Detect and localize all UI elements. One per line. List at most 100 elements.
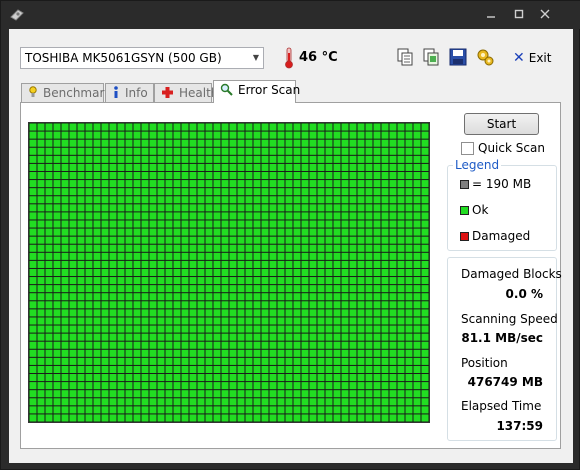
scan-block	[69, 333, 77, 341]
scan-block	[157, 309, 165, 317]
scan-block	[85, 131, 93, 139]
scan-block	[341, 293, 349, 301]
exit-button[interactable]: ✕ Exit	[513, 49, 551, 67]
scan-block	[213, 317, 221, 325]
scan-block	[157, 325, 165, 333]
scan-block	[149, 236, 157, 244]
scan-block	[181, 390, 189, 398]
scan-block	[149, 171, 157, 180]
drive-select[interactable]: TOSHIBA MK5061GSYN (500 GB) ▼	[20, 47, 264, 69]
scan-block	[109, 204, 117, 212]
scan-block	[29, 163, 37, 171]
scan-block	[77, 139, 85, 147]
scan-block	[285, 277, 293, 285]
scan-block	[45, 212, 53, 220]
scan-block	[117, 341, 125, 349]
scan-block	[197, 333, 205, 341]
scan-block	[357, 349, 365, 357]
minimize-button[interactable]	[479, 5, 503, 23]
scan-block	[117, 196, 125, 204]
scan-block	[173, 244, 181, 252]
scan-block	[221, 244, 229, 252]
tab-error-scan[interactable]: Error Scan	[213, 80, 300, 103]
copy-screenshot-icon[interactable]	[421, 47, 441, 67]
scan-block	[365, 365, 373, 374]
scan-block	[197, 374, 205, 382]
scan-block	[333, 188, 341, 196]
title-bar[interactable]	[1, 1, 580, 29]
copy-info-icon[interactable]	[395, 47, 415, 67]
scan-block	[333, 252, 341, 260]
scan-block	[397, 196, 405, 204]
info-icon	[114, 86, 118, 98]
scan-block	[381, 188, 389, 196]
scan-block	[245, 196, 253, 204]
scan-block	[381, 244, 389, 252]
scan-block	[109, 309, 117, 317]
scan-block	[325, 398, 333, 406]
scan-block	[133, 365, 141, 374]
scan-block	[397, 171, 405, 180]
scan-block	[405, 285, 413, 293]
quick-scan-option[interactable]: Quick Scan	[461, 141, 545, 155]
scan-block	[293, 155, 301, 163]
scan-block	[301, 309, 309, 317]
quick-scan-checkbox[interactable]	[461, 141, 474, 155]
scan-block	[117, 244, 125, 252]
close-button[interactable]	[533, 5, 557, 23]
scan-block	[101, 382, 109, 390]
options-icon[interactable]	[475, 47, 495, 67]
tab-benchmark[interactable]: Benchmark	[21, 83, 111, 102]
scan-block	[253, 139, 261, 147]
scan-block	[117, 293, 125, 301]
scan-block	[29, 244, 37, 252]
tab-info[interactable]: Info	[105, 83, 154, 102]
scan-block	[397, 204, 405, 212]
scan-block	[157, 285, 165, 293]
scan-block	[125, 277, 133, 285]
scan-block	[421, 333, 429, 341]
scan-block	[253, 236, 261, 244]
scan-block	[101, 204, 109, 212]
scan-block	[37, 374, 45, 382]
scan-block	[365, 252, 373, 260]
scan-block	[133, 196, 141, 204]
scan-block	[285, 341, 293, 349]
scan-block	[253, 349, 261, 357]
scan-block	[221, 252, 229, 260]
scan-block	[221, 285, 229, 293]
scan-block	[357, 357, 365, 365]
start-button[interactable]: Start	[464, 113, 539, 135]
scan-block	[237, 131, 245, 139]
maximize-button[interactable]	[507, 5, 531, 23]
scan-block	[29, 365, 37, 374]
scan-block	[101, 398, 109, 406]
scan-block	[157, 382, 165, 390]
scan-block	[37, 277, 45, 285]
scan-block	[205, 349, 213, 357]
scan-block	[85, 374, 93, 382]
scan-block	[405, 212, 413, 220]
tab-health[interactable]: Health	[154, 83, 218, 102]
scan-block	[213, 139, 221, 147]
scan-block	[325, 180, 333, 188]
save-icon[interactable]	[448, 47, 468, 67]
scan-block	[365, 414, 373, 422]
scan-block	[381, 123, 389, 131]
scan-block	[405, 390, 413, 398]
scan-block	[53, 228, 61, 236]
scan-block	[277, 317, 285, 325]
scan-block	[317, 349, 325, 357]
scan-block	[117, 309, 125, 317]
scan-block	[141, 406, 149, 414]
scan-block	[285, 365, 293, 374]
scan-block	[381, 382, 389, 390]
scan-block	[421, 357, 429, 365]
scan-block	[309, 123, 317, 131]
scan-block	[405, 220, 413, 228]
scan-block	[125, 309, 133, 317]
scan-block	[237, 309, 245, 317]
scan-block	[413, 406, 421, 414]
scan-block	[269, 333, 277, 341]
scan-block	[157, 357, 165, 365]
